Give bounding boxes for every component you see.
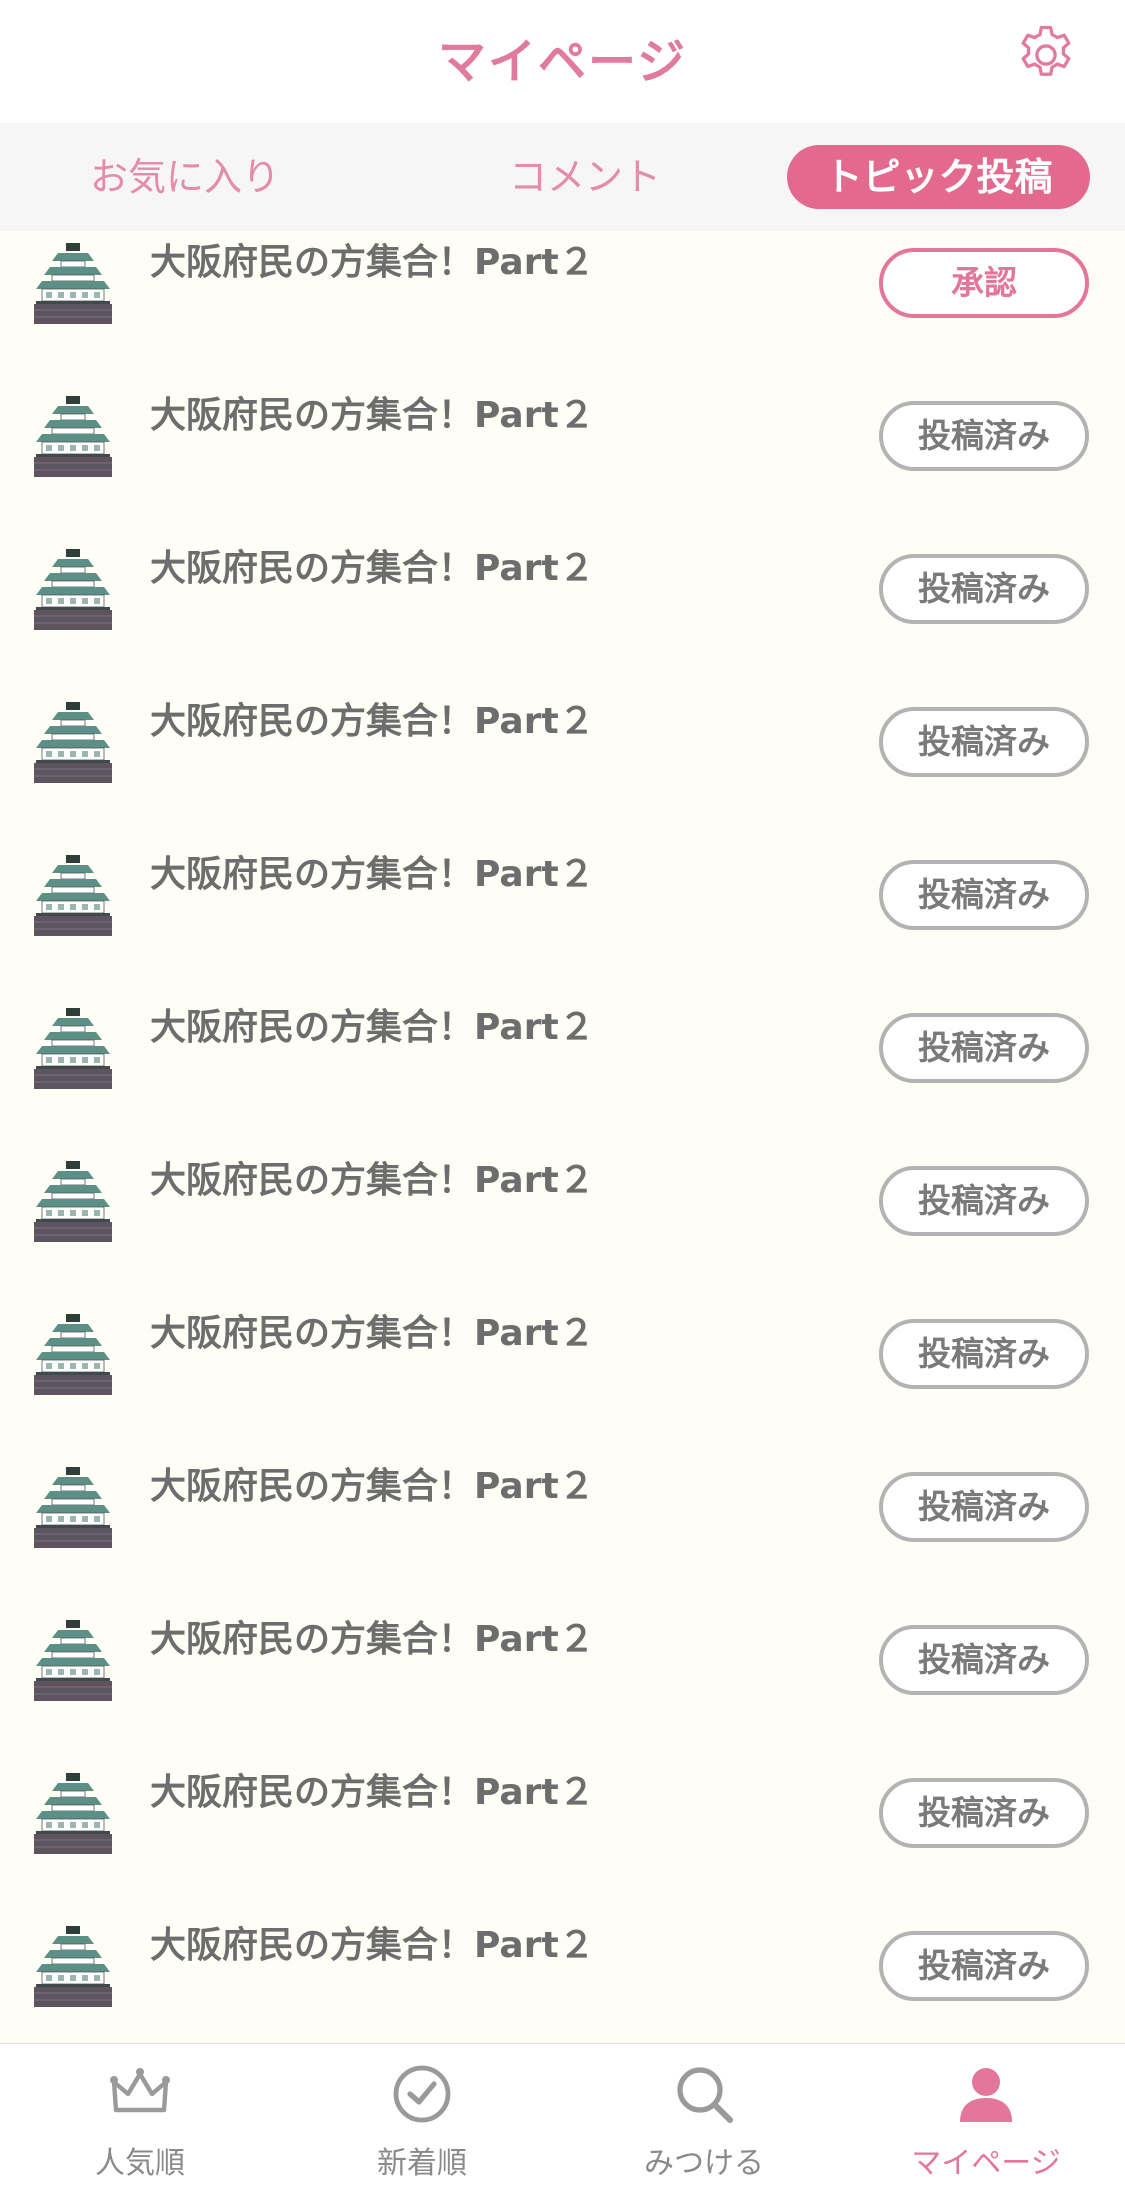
- topic-title: 大阪府民の方集合！Part２: [150, 854, 595, 895]
- posted-status-button[interactable]: 投稿済み: [879, 707, 1089, 777]
- topic-title: 大阪府民の方集合！Part２: [150, 242, 595, 283]
- nav-popular[interactable]: 人気順: [40, 2062, 240, 2182]
- posted-status-button[interactable]: 投稿済み: [879, 1013, 1089, 1083]
- crown-icon: [110, 2068, 170, 2113]
- list-item[interactable]: 大阪府民の方集合！Part２ 投稿済み: [0, 1435, 1125, 1590]
- osaka-castle-icon: [28, 1310, 118, 1400]
- osaka-castle-icon: [28, 1157, 118, 1247]
- list-item[interactable]: 大阪府民の方集合！Part２ 投稿済み: [0, 1894, 1125, 2043]
- posted-status-button[interactable]: 投稿済み: [879, 1166, 1089, 1236]
- posted-status-button[interactable]: 投稿済み: [879, 1472, 1089, 1542]
- tab-topic-posts[interactable]: トピック投稿: [787, 145, 1090, 209]
- osaka-castle-icon: [28, 1616, 118, 1706]
- topic-title: 大阪府民の方集合！Part２: [150, 548, 595, 589]
- nav-mypage[interactable]: マイページ: [886, 2062, 1086, 2182]
- topic-title: 大阪府民の方集合！Part２: [150, 1160, 595, 1201]
- list-item[interactable]: 大阪府民の方集合！Part２ 承認: [0, 231, 1125, 366]
- nav-discover[interactable]: みつける: [604, 2062, 804, 2182]
- list-item[interactable]: 大阪府民の方集合！Part２ 投稿済み: [0, 1129, 1125, 1284]
- osaka-castle-icon: [28, 1004, 118, 1094]
- topic-title: 大阪府民の方集合！Part２: [150, 1466, 595, 1507]
- osaka-castle-icon: [28, 1463, 118, 1553]
- list-item[interactable]: 大阪府民の方集合！Part２ 投稿済み: [0, 517, 1125, 672]
- list-item[interactable]: 大阪府民の方集合！Part２ 投稿済み: [0, 1588, 1125, 1743]
- nav-newest[interactable]: 新着順: [322, 2062, 522, 2182]
- nav-label: マイページ: [911, 2146, 1061, 2181]
- tab-comments[interactable]: コメント: [460, 145, 710, 209]
- page-title: マイページ: [437, 34, 688, 90]
- list-item[interactable]: 大阪府民の方集合！Part２ 投稿済み: [0, 364, 1125, 519]
- search-icon: [677, 2067, 733, 2123]
- topic-list[interactable]: 大阪府民の方集合！Part２ 承認 大阪府民の方集合！Part２ 投稿済み 大阪府民の方…: [0, 231, 1125, 2043]
- list-item[interactable]: 大阪府民の方集合！Part２ 投稿済み: [0, 670, 1125, 825]
- osaka-castle-icon: [28, 239, 118, 329]
- topic-title: 大阪府民の方集合！Part２: [150, 395, 595, 436]
- posted-status-button[interactable]: 投稿済み: [879, 1778, 1089, 1848]
- posted-status-button[interactable]: 投稿済み: [879, 1319, 1089, 1389]
- list-item[interactable]: 大阪府民の方集合！Part２ 投稿済み: [0, 1741, 1125, 1896]
- osaka-castle-icon: [28, 392, 118, 482]
- topic-title: 大阪府民の方集合！Part２: [150, 1007, 595, 1048]
- topic-title: 大阪府民の方集合！Part２: [150, 1619, 595, 1660]
- topic-title: 大阪府民の方集合！Part２: [150, 1772, 595, 1813]
- tab-favorites[interactable]: お気に入り: [60, 145, 310, 209]
- nav-label: みつける: [644, 2146, 764, 2181]
- posted-status-button[interactable]: 投稿済み: [879, 554, 1089, 624]
- gear-icon[interactable]: [1013, 22, 1079, 88]
- osaka-castle-icon: [28, 1922, 118, 2012]
- topic-title: 大阪府民の方集合！Part２: [150, 701, 595, 742]
- posted-status-button[interactable]: 投稿済み: [879, 1625, 1089, 1695]
- list-item[interactable]: 大阪府民の方集合！Part２ 投稿済み: [0, 1282, 1125, 1437]
- nav-label: 人気順: [95, 2146, 185, 2181]
- topic-title: 大阪府民の方集合！Part２: [150, 1925, 595, 1966]
- nav-label: 新着順: [377, 2146, 467, 2181]
- approve-button[interactable]: 承認: [879, 248, 1089, 318]
- header: マイページ: [0, 0, 1125, 124]
- tab-bar: お気に入り コメント トピック投稿: [0, 123, 1125, 231]
- posted-status-button[interactable]: 投稿済み: [879, 401, 1089, 471]
- list-item[interactable]: 大阪府民の方集合！Part２ 投稿済み: [0, 976, 1125, 1131]
- bottom-nav: 人気順 新着順 みつける マイページ: [0, 2043, 1125, 2199]
- osaka-castle-icon: [28, 1769, 118, 1859]
- topic-title: 大阪府民の方集合！Part２: [150, 1313, 595, 1354]
- osaka-castle-icon: [28, 851, 118, 941]
- osaka-castle-icon: [28, 698, 118, 788]
- list-item[interactable]: 大阪府民の方集合！Part２ 投稿済み: [0, 823, 1125, 978]
- posted-status-button[interactable]: 投稿済み: [879, 1931, 1089, 2001]
- posted-status-button[interactable]: 投稿済み: [879, 860, 1089, 930]
- osaka-castle-icon: [28, 545, 118, 635]
- user-icon: [960, 2068, 1012, 2122]
- clock-icon: [393, 2065, 451, 2123]
